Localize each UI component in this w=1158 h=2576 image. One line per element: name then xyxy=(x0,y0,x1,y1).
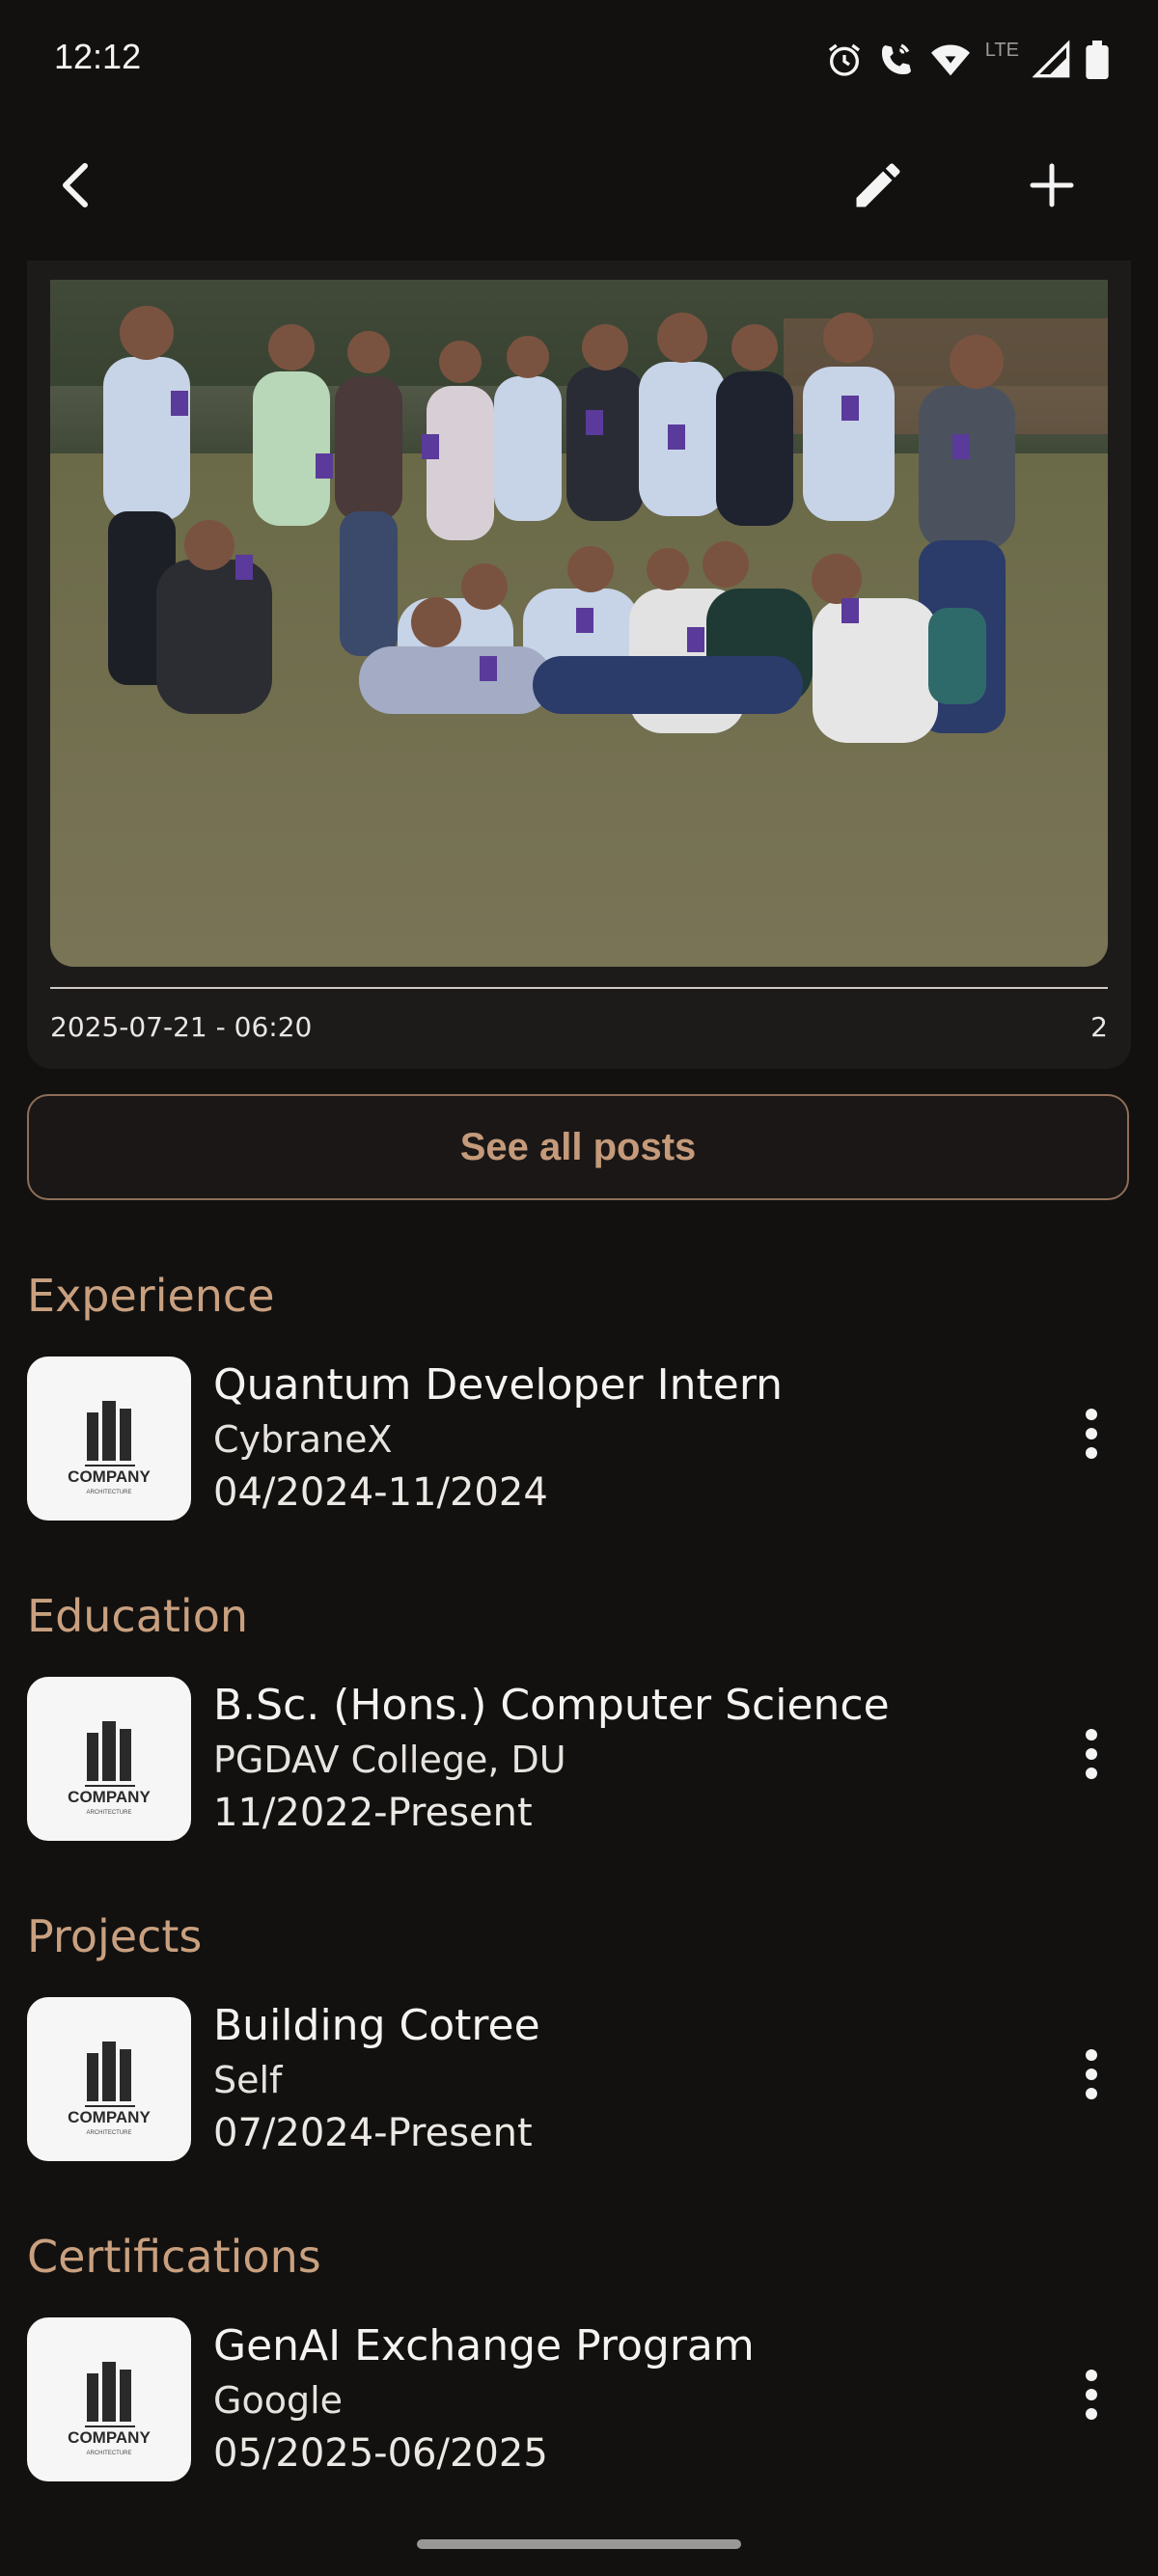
experience-dates: 04/2024-11/2024 xyxy=(213,1470,548,1515)
project-title: Building Cotree xyxy=(213,2001,540,2050)
section-title-certifications: Certifications xyxy=(27,2231,321,2283)
more-options-button[interactable] xyxy=(1050,2026,1133,2123)
status-time: 12:12 xyxy=(54,37,142,76)
more-vert-icon xyxy=(1086,1409,1097,1459)
education-institution: PGDAV College, DU xyxy=(213,1739,566,1781)
certification-dates: 05/2025-06/2025 xyxy=(213,2431,548,2476)
experience-item[interactable]: COMPANY ARCHITECTURE Quantum Developer I… xyxy=(27,1357,1131,1521)
more-vert-icon xyxy=(1086,1729,1097,1779)
status-icons: LTE xyxy=(825,37,1110,83)
logo-subtext: ARCHITECTURE xyxy=(86,2130,131,2136)
battery-icon xyxy=(1085,41,1110,79)
logo-text: COMPANY xyxy=(68,1788,151,1806)
status-bar: 12:12 LTE xyxy=(0,0,1158,116)
home-indicator[interactable] xyxy=(417,2539,741,2549)
section-title-education: Education xyxy=(27,1590,249,1642)
logo-text: COMPANY xyxy=(68,2108,151,2126)
company-logo: COMPANY ARCHITECTURE xyxy=(27,2317,191,2481)
section-title-experience: Experience xyxy=(27,1270,275,1322)
project-item[interactable]: COMPANY ARCHITECTURE Building Cotree Sel… xyxy=(27,1997,1131,2161)
add-icon xyxy=(1030,163,1074,207)
company-logo: COMPANY ARCHITECTURE xyxy=(27,1997,191,2161)
logo-subtext: ARCHITECTURE xyxy=(86,2451,131,2456)
experience-title: Quantum Developer Intern xyxy=(213,1360,784,1410)
education-title: B.Sc. (Hons.) Computer Science xyxy=(213,1681,890,1730)
top-app-bar xyxy=(0,135,1158,232)
more-vert-icon xyxy=(1086,2370,1097,2420)
project-owner: Self xyxy=(213,2059,283,2101)
project-dates: 07/2024-Present xyxy=(213,2111,533,2155)
more-vert-icon xyxy=(1086,2049,1097,2099)
alarm-icon xyxy=(825,41,864,79)
post-photo[interactable] xyxy=(50,280,1108,967)
experience-company: CybraneX xyxy=(213,1418,393,1461)
more-options-button[interactable] xyxy=(1050,2346,1133,2443)
certification-item[interactable]: COMPANY ARCHITECTURE GenAI Exchange Prog… xyxy=(27,2317,1131,2481)
post-divider xyxy=(50,987,1108,989)
group-photo-image xyxy=(50,280,1108,967)
logo-text: COMPANY xyxy=(68,1467,151,1486)
education-dates: 11/2022-Present xyxy=(213,1791,533,1835)
post-card[interactable]: 2025-07-21 - 06:20 2 xyxy=(27,260,1131,1069)
back-button[interactable] xyxy=(48,156,106,214)
wifi-calling-icon xyxy=(877,41,916,79)
edit-button[interactable] xyxy=(849,156,907,214)
section-title-projects: Projects xyxy=(27,1910,203,1962)
network-type: LTE xyxy=(984,39,1019,61)
education-item[interactable]: COMPANY ARCHITECTURE B.Sc. (Hons.) Compu… xyxy=(27,1677,1131,1841)
logo-subtext: ARCHITECTURE xyxy=(86,1810,131,1816)
certification-issuer: Google xyxy=(213,2379,344,2422)
logo-text: COMPANY xyxy=(68,2428,151,2447)
wifi-icon xyxy=(929,41,972,79)
see-all-posts-button[interactable]: See all posts xyxy=(27,1094,1129,1200)
post-date: 2025-07-21 - 06:20 xyxy=(50,1011,313,1043)
edit-icon xyxy=(856,163,900,207)
more-options-button[interactable] xyxy=(1050,1706,1133,1802)
logo-subtext: ARCHITECTURE xyxy=(86,1490,131,1495)
back-icon xyxy=(63,163,88,207)
company-logo: COMPANY ARCHITECTURE xyxy=(27,1677,191,1841)
more-options-button[interactable] xyxy=(1050,1385,1133,1482)
post-count: 2 xyxy=(1090,1011,1108,1043)
certification-title: GenAI Exchange Program xyxy=(213,2321,755,2370)
company-logo: COMPANY ARCHITECTURE xyxy=(27,1357,191,1521)
add-button[interactable] xyxy=(1023,156,1081,214)
signal-icon xyxy=(1033,41,1071,79)
